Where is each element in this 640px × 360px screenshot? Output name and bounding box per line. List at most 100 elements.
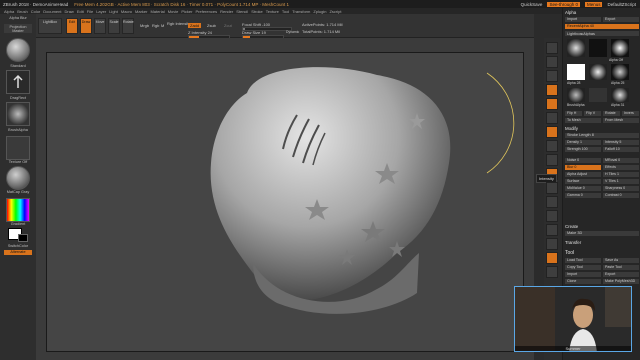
menu-draw[interactable]: Draw: [64, 9, 73, 14]
alpha-import-button[interactable]: Import: [565, 17, 601, 22]
canvas-viewport[interactable]: [36, 38, 534, 360]
rotate-button[interactable]: Rotate: [122, 18, 134, 34]
flip-v-button[interactable]: Flip V: [584, 111, 601, 116]
see-through-slider[interactable]: See-through 0: [547, 1, 580, 7]
from-mesh-button[interactable]: From Mesh: [603, 118, 639, 123]
menu-texture[interactable]: Texture: [266, 9, 279, 14]
local-button[interactable]: [546, 154, 558, 166]
default-script-button[interactable]: DefaultZScript: [607, 2, 636, 7]
make-polymesh-button[interactable]: Make PolyMesh3D: [603, 279, 639, 284]
copy-tool-button[interactable]: Copy Tool: [565, 265, 601, 270]
persp-button[interactable]: [546, 126, 558, 138]
m-button[interactable]: M: [161, 23, 164, 28]
menu-stroke[interactable]: Stroke: [251, 9, 263, 14]
clone-button[interactable]: Clone: [565, 279, 601, 284]
switch-color-button[interactable]: SwitchColor: [4, 244, 32, 248]
alpha-export-button[interactable]: Export: [603, 17, 639, 22]
menu-render[interactable]: Render: [220, 9, 233, 14]
alpha-thumb-25[interactable]: [611, 64, 629, 80]
floor-button[interactable]: [546, 140, 558, 152]
menus-button[interactable]: Menus: [584, 1, 603, 7]
dynamic-toggle[interactable]: Dynamic: [286, 30, 299, 34]
material-thumbnail[interactable]: [6, 166, 30, 190]
scale-button[interactable]: Scale: [108, 18, 120, 34]
flip-h-button[interactable]: Flip H: [565, 111, 582, 116]
lightbox-button[interactable]: LightBox: [38, 18, 62, 34]
mrgb-button[interactable]: Mrgb: [140, 23, 149, 28]
menu-zscript[interactable]: Zscript: [329, 9, 341, 14]
alpha-thumb-current[interactable]: [567, 39, 585, 57]
polyf-button[interactable]: [546, 224, 558, 236]
texture-thumbnail[interactable]: [6, 136, 30, 160]
create-section[interactable]: Create: [565, 224, 639, 229]
actual-button[interactable]: [546, 98, 558, 110]
menu-macro[interactable]: Macro: [121, 9, 132, 14]
menu-file[interactable]: File: [87, 9, 93, 14]
alpha-thumb-31[interactable]: [611, 88, 629, 102]
stroke-thumbnail[interactable]: [6, 70, 30, 94]
make-3d-button[interactable]: Make 3D: [565, 231, 639, 236]
h-tiles-slider[interactable]: H Tiles 1: [603, 172, 639, 177]
zoom-button[interactable]: [546, 84, 558, 96]
alpha-thumb-brush[interactable]: [567, 88, 585, 102]
brush-thumbnail[interactable]: [6, 38, 30, 62]
draw-button[interactable]: Draw: [80, 18, 92, 34]
tool-export-button[interactable]: Export: [603, 272, 639, 277]
menu-zplugin[interactable]: Zplugin: [313, 9, 326, 14]
gamma-slider[interactable]: Gamma 0: [565, 193, 601, 198]
surface-button[interactable]: Surface: [565, 179, 601, 184]
zcut-button[interactable]: Zcut: [224, 23, 232, 28]
blur-slider[interactable]: Blur 0: [565, 165, 601, 170]
spix-button[interactable]: [546, 56, 558, 68]
lightbox-alphas-button[interactable]: Lightbox▸Alphas: [565, 31, 639, 36]
aahalf-button[interactable]: [546, 112, 558, 124]
zsub-button[interactable]: Zsub: [207, 23, 216, 28]
rgb-button[interactable]: Rgb: [152, 23, 159, 28]
density-slider[interactable]: Density 1: [565, 140, 601, 145]
tool-palette-title[interactable]: Tool: [565, 250, 639, 256]
menu-tool[interactable]: Tool: [282, 9, 289, 14]
zadd-button[interactable]: Zadd: [188, 23, 202, 28]
scroll-button[interactable]: [546, 70, 558, 82]
v-tiles-slider[interactable]: V Tiles 1: [603, 179, 639, 184]
menu-edit[interactable]: Edit: [77, 9, 84, 14]
to-mesh-button[interactable]: To Mesh: [565, 118, 601, 123]
rotate-alpha-button[interactable]: Rotate: [603, 111, 620, 116]
alpha-thumbnail[interactable]: [6, 102, 30, 126]
effects-button[interactable]: Effects: [603, 165, 639, 170]
noise-slider[interactable]: Noise 0: [565, 158, 601, 163]
menu-color[interactable]: Color: [31, 9, 41, 14]
contrast-slider[interactable]: Contrast 0: [603, 193, 639, 198]
secondary-color-swatch[interactable]: [18, 234, 28, 242]
xpose-button[interactable]: [546, 266, 558, 278]
recent-alpha-slider[interactable]: RecentAlpha 40: [565, 24, 639, 29]
invers-button[interactable]: Invers: [622, 111, 639, 116]
alpha-thumb-01[interactable]: [611, 39, 629, 57]
stroke-length-slider[interactable]: Stroke Length 8: [565, 133, 639, 138]
strength-slider[interactable]: Strength 100: [565, 147, 601, 152]
color-picker[interactable]: [6, 198, 30, 222]
alpha-thumb-37[interactable]: [589, 64, 607, 80]
sculpt-model[interactable]: [47, 53, 525, 353]
load-tool-button[interactable]: Load Tool: [565, 258, 601, 263]
tool-import-button[interactable]: Import: [565, 272, 601, 277]
menu-transform[interactable]: Transform: [292, 9, 310, 14]
move-view-button[interactable]: [546, 182, 558, 194]
quicksave-button[interactable]: QuickSave: [521, 2, 543, 7]
menu-preferences[interactable]: Preferences: [196, 9, 218, 14]
sharpness-slider[interactable]: Sharpness 0: [603, 186, 639, 191]
scale-view-button[interactable]: [546, 196, 558, 208]
alpha-thumb-28b[interactable]: [589, 88, 607, 102]
menu-movie[interactable]: Movie: [168, 9, 179, 14]
menu-alpha[interactable]: Alpha: [4, 9, 14, 14]
transp-button[interactable]: [546, 238, 558, 250]
menu-picker[interactable]: Picker: [181, 9, 192, 14]
save-as-button[interactable]: Save As: [603, 258, 639, 263]
move-button[interactable]: Move: [94, 18, 106, 34]
solo-button[interactable]: [546, 252, 558, 264]
transfer-section[interactable]: Transfer: [565, 240, 639, 245]
projection-master-button[interactable]: Projection Master: [4, 24, 32, 33]
menu-document[interactable]: Document: [43, 9, 61, 14]
bpr-button[interactable]: [546, 42, 558, 54]
rotate-view-button[interactable]: [546, 210, 558, 222]
